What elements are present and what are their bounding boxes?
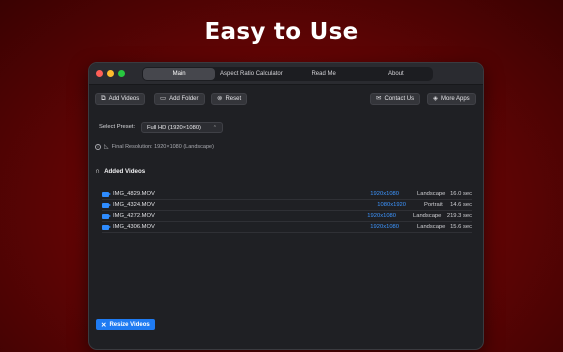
list-item[interactable]: IMG_4272.MOV 1920x1080 Landscape 219.3 s… <box>102 211 472 222</box>
preset-value: Full HD (1920×1080) <box>147 124 201 131</box>
list-item[interactable]: IMG_4324.MOV 1080x1920 Portrait 14.6 sec <box>102 200 472 211</box>
tab-aspect-ratio-calculator[interactable]: Aspect Ratio Calculator <box>215 68 287 80</box>
file-name: IMG_4272.MOV <box>113 213 155 219</box>
tab-about[interactable]: About <box>360 68 432 80</box>
resolution: 1920x1080 <box>370 224 399 230</box>
orientation: Landscape <box>417 191 446 197</box>
add-folder-icon: ▭ <box>160 94 167 102</box>
minimize-window-button[interactable] <box>107 70 114 77</box>
envelope-icon: ✉ <box>376 94 382 102</box>
resize-videos-button[interactable]: ✕ Resize Videos <box>96 319 155 330</box>
resolution: 1080x1920 <box>377 202 406 208</box>
more-apps-label: More Apps <box>441 96 470 102</box>
added-videos-heading: ∩ Added Videos <box>95 168 145 175</box>
video-list: IMG_4829.MOV 1920x1080 Landscape 16.0 se… <box>102 189 472 233</box>
orientation: Landscape <box>413 213 442 219</box>
video-camera-icon <box>102 191 111 197</box>
list-item[interactable]: IMG_4829.MOV 1920x1080 Landscape 16.0 se… <box>102 189 472 200</box>
resize-videos-label: Resize Videos <box>109 321 150 328</box>
list-item[interactable]: IMG_4306.MOV 1920x1080 Landscape 15.6 se… <box>102 222 472 233</box>
add-videos-button[interactable]: ⧉ Add Videos <box>95 93 146 105</box>
orientation: Landscape <box>417 224 446 230</box>
resize-small-icon: ◺ <box>104 144 109 150</box>
add-folder-label: Add Folder <box>169 96 199 102</box>
add-folder-button[interactable]: ▭ Add Folder <box>154 93 205 105</box>
info-icon: i <box>95 143 101 150</box>
final-resolution-text: Final Resolution: 1920×1080 (Landscape) <box>111 143 214 150</box>
file-name: IMG_4829.MOV <box>113 191 155 197</box>
add-videos-label: Add Videos <box>108 96 140 102</box>
tab-read-me[interactable]: Read Me <box>288 68 360 80</box>
resolution: 1920x1080 <box>370 191 399 197</box>
tab-main[interactable]: Main <box>143 68 216 80</box>
add-videos-icon: ⧉ <box>101 94 106 102</box>
preset-label: Select Preset: <box>99 124 136 130</box>
more-apps-button[interactable]: ◈ More Apps <box>427 93 476 105</box>
zoom-window-button[interactable] <box>118 70 125 77</box>
chevron-updown-icon: ⌃ <box>212 124 217 131</box>
contact-us-label: Contact Us <box>384 96 415 102</box>
final-resolution: i ◺ Final Resolution: 1920×1080 (Landsca… <box>95 143 214 150</box>
resize-icon: ✕ <box>101 321 107 329</box>
video-camera-icon <box>102 224 111 230</box>
duration: 219.3 sec <box>446 213 472 219</box>
app-window: Main Aspect Ratio Calculator Read Me Abo… <box>88 62 484 350</box>
resolution: 1920x1080 <box>367 213 396 219</box>
preset-select[interactable]: Full HD (1920×1080) ⌃ <box>141 122 223 133</box>
reset-label: Reset <box>225 96 242 102</box>
duration: 14.6 sec <box>450 202 472 208</box>
duration: 15.6 sec <box>450 224 472 230</box>
headline: Easy to Use <box>204 19 359 45</box>
apps-icon: ◈ <box>433 94 438 102</box>
video-camera-icon <box>102 202 111 208</box>
tab-bar: Main Aspect Ratio Calculator Read Me Abo… <box>142 67 433 81</box>
file-name: IMG_4306.MOV <box>113 224 155 230</box>
title-bar: Main Aspect Ratio Calculator Read Me Abo… <box>89 63 483 85</box>
file-name: IMG_4324.MOV <box>113 202 155 208</box>
video-camera-icon <box>102 213 111 219</box>
reset-button[interactable]: ⊗ Reset <box>211 93 248 105</box>
contact-us-button[interactable]: ✉ Contact Us <box>370 93 421 105</box>
close-window-button[interactable] <box>96 70 103 77</box>
orientation: Portrait <box>424 202 443 208</box>
headphones-icon: ∩ <box>95 168 101 175</box>
duration: 16.0 sec <box>450 191 472 197</box>
reset-icon: ⊗ <box>217 94 223 102</box>
added-videos-title: Added Videos <box>104 168 146 175</box>
